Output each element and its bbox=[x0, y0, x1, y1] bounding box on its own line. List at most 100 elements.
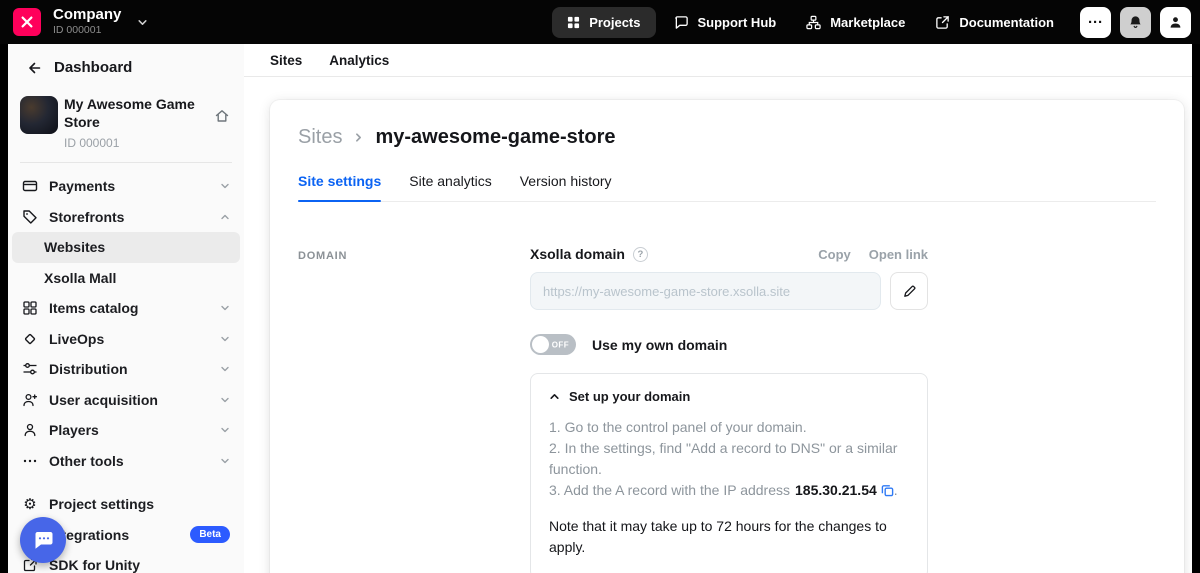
chevron-up-icon bbox=[549, 391, 560, 402]
topbar-icon-buttons: ··· bbox=[1080, 7, 1191, 38]
tab-version-history[interactable]: Version history bbox=[520, 173, 612, 201]
xsolla-domain-label: Xsolla domain bbox=[530, 246, 625, 262]
domain-input-row bbox=[530, 272, 928, 310]
chat-widget-button[interactable] bbox=[20, 517, 66, 563]
setup-domain-header[interactable]: Set up your domain bbox=[549, 389, 909, 404]
sidebar-item-websites[interactable]: Websites bbox=[12, 232, 240, 263]
sidebar-item-storefronts[interactable]: Storefronts bbox=[12, 202, 240, 233]
breadcrumb: Sites my-awesome-game-store bbox=[298, 126, 1156, 149]
chevron-down-icon bbox=[220, 456, 230, 466]
own-domain-label: Use my own domain bbox=[592, 337, 727, 353]
sidebar-item-liveops[interactable]: LiveOps bbox=[12, 324, 240, 355]
more-button[interactable]: ··· bbox=[1080, 7, 1111, 38]
sidebar-divider bbox=[20, 162, 232, 163]
own-domain-toggle-row: OFF Use my own domain bbox=[530, 334, 928, 355]
diamond-icon bbox=[22, 331, 38, 347]
back-label: Dashboard bbox=[54, 59, 132, 76]
sidebar-item-other-tools[interactable]: Other tools bbox=[12, 446, 240, 477]
edit-domain-button[interactable] bbox=[890, 272, 928, 310]
breadcrumb-sites[interactable]: Sites bbox=[298, 126, 342, 149]
gear-icon: ⚙ bbox=[22, 497, 38, 512]
help-icon[interactable]: ? bbox=[633, 247, 648, 262]
more-icon: ··· bbox=[1088, 14, 1103, 31]
sidebar-item-project-settings[interactable]: ⚙ Project settings bbox=[12, 489, 240, 520]
chevron-down-icon bbox=[220, 181, 230, 191]
chevron-down-icon bbox=[220, 395, 230, 405]
open-link-button[interactable]: Open link bbox=[869, 247, 928, 262]
toggle-knob bbox=[532, 336, 549, 353]
pencil-icon bbox=[902, 284, 917, 299]
sidebar-item-user-acquisition[interactable]: User acquisition bbox=[12, 385, 240, 416]
company-switcher[interactable]: Company ID 000001 bbox=[53, 7, 121, 37]
chat-icon bbox=[31, 528, 55, 552]
project-name: My Awesome Game Store bbox=[64, 96, 206, 131]
card-tabs: Site settings Site analytics Version his… bbox=[298, 173, 1156, 202]
main-content: Sites Analytics Sites my-awesome-game-st… bbox=[244, 44, 1192, 573]
tab-site-settings[interactable]: Site settings bbox=[298, 173, 381, 201]
domain-section: DOMAIN Xsolla domain ? Copy Open link bbox=[298, 246, 1156, 573]
xsolla-domain-input[interactable] bbox=[530, 272, 881, 310]
notifications-button[interactable] bbox=[1120, 7, 1151, 38]
catalog-grid-icon bbox=[22, 300, 38, 316]
project-block[interactable]: My Awesome Game Store ID 000001 bbox=[8, 88, 244, 150]
chevron-down-icon bbox=[220, 303, 230, 313]
card-icon bbox=[22, 178, 38, 194]
sidebar-item-payments[interactable]: Payments bbox=[12, 171, 240, 202]
own-domain-toggle[interactable]: OFF bbox=[530, 334, 576, 355]
marketplace-button[interactable]: Marketplace bbox=[794, 7, 917, 38]
arrow-left-icon bbox=[26, 60, 42, 76]
tab-analytics[interactable]: Analytics bbox=[329, 53, 389, 68]
setup-note: Note that it may take up to 72 hours for… bbox=[549, 516, 909, 558]
bell-icon bbox=[1128, 15, 1143, 30]
nav-spacer bbox=[8, 476, 244, 489]
site-settings-card: Sites my-awesome-game-store Site setting… bbox=[270, 100, 1184, 573]
setup-step-2: 2. In the settings, find "Add a record t… bbox=[549, 438, 909, 480]
chat-bubble-icon bbox=[674, 15, 689, 30]
marketplace-icon bbox=[806, 15, 821, 30]
chevron-down-icon[interactable] bbox=[137, 17, 148, 28]
xsolla-logo-icon[interactable] bbox=[13, 8, 41, 36]
sidebar-item-xsolla-mall[interactable]: Xsolla Mall bbox=[12, 263, 240, 294]
beta-badge: Beta bbox=[190, 526, 230, 543]
ip-address: 185.30.21.54 bbox=[795, 482, 877, 498]
topbar-nav: Projects Support Hub Marketplace Documen… bbox=[552, 7, 1066, 38]
documentation-button[interactable]: Documentation bbox=[923, 7, 1066, 38]
account-button[interactable] bbox=[1160, 7, 1191, 38]
setup-step-1: 1. Go to the control panel of your domai… bbox=[549, 417, 909, 438]
grid-icon bbox=[567, 16, 580, 29]
chevron-right-icon bbox=[353, 132, 364, 143]
project-avatar bbox=[20, 96, 58, 134]
sidebar-nav: Payments Storefronts Websites Xsolla Mal… bbox=[8, 169, 244, 573]
sidebar-item-distribution[interactable]: Distribution bbox=[12, 354, 240, 385]
user-plus-icon bbox=[22, 392, 38, 408]
projects-button[interactable]: Projects bbox=[552, 7, 655, 38]
person-icon bbox=[22, 422, 38, 438]
toggle-state: OFF bbox=[552, 340, 569, 349]
xsolla-domain-header: Xsolla domain ? Copy Open link bbox=[530, 246, 928, 262]
sidebar-item-items-catalog[interactable]: Items catalog bbox=[12, 293, 240, 324]
project-id: ID 000001 bbox=[64, 136, 206, 150]
copy-ip-icon[interactable] bbox=[881, 484, 894, 497]
chevron-up-icon bbox=[220, 212, 230, 222]
ellipsis-icon bbox=[22, 453, 38, 469]
domain-section-label: DOMAIN bbox=[298, 246, 530, 573]
tag-icon bbox=[22, 209, 38, 225]
setup-domain-panel: Set up your domain 1. Go to the control … bbox=[530, 373, 928, 573]
tab-site-analytics[interactable]: Site analytics bbox=[409, 173, 491, 201]
sliders-icon bbox=[22, 361, 38, 377]
tab-sites[interactable]: Sites bbox=[270, 53, 302, 68]
chevron-down-icon bbox=[220, 364, 230, 374]
support-hub-button[interactable]: Support Hub bbox=[662, 7, 789, 38]
sidebar-item-players[interactable]: Players bbox=[12, 415, 240, 446]
company-name: Company bbox=[53, 7, 121, 24]
home-icon[interactable] bbox=[214, 108, 230, 150]
topbar: Company ID 000001 Projects Support Hub M… bbox=[0, 0, 1200, 44]
back-to-dashboard[interactable]: Dashboard bbox=[8, 44, 244, 88]
top-tabs: Sites Analytics bbox=[244, 44, 1192, 77]
chevron-down-icon bbox=[220, 425, 230, 435]
copy-link-button[interactable]: Copy bbox=[818, 247, 851, 262]
company-id: ID 000001 bbox=[53, 25, 121, 37]
sidebar: Dashboard My Awesome Game Store ID 00000… bbox=[8, 44, 244, 573]
chevron-down-icon bbox=[220, 334, 230, 344]
setup-step-3: 3. Add the A record with the IP address1… bbox=[549, 480, 909, 501]
